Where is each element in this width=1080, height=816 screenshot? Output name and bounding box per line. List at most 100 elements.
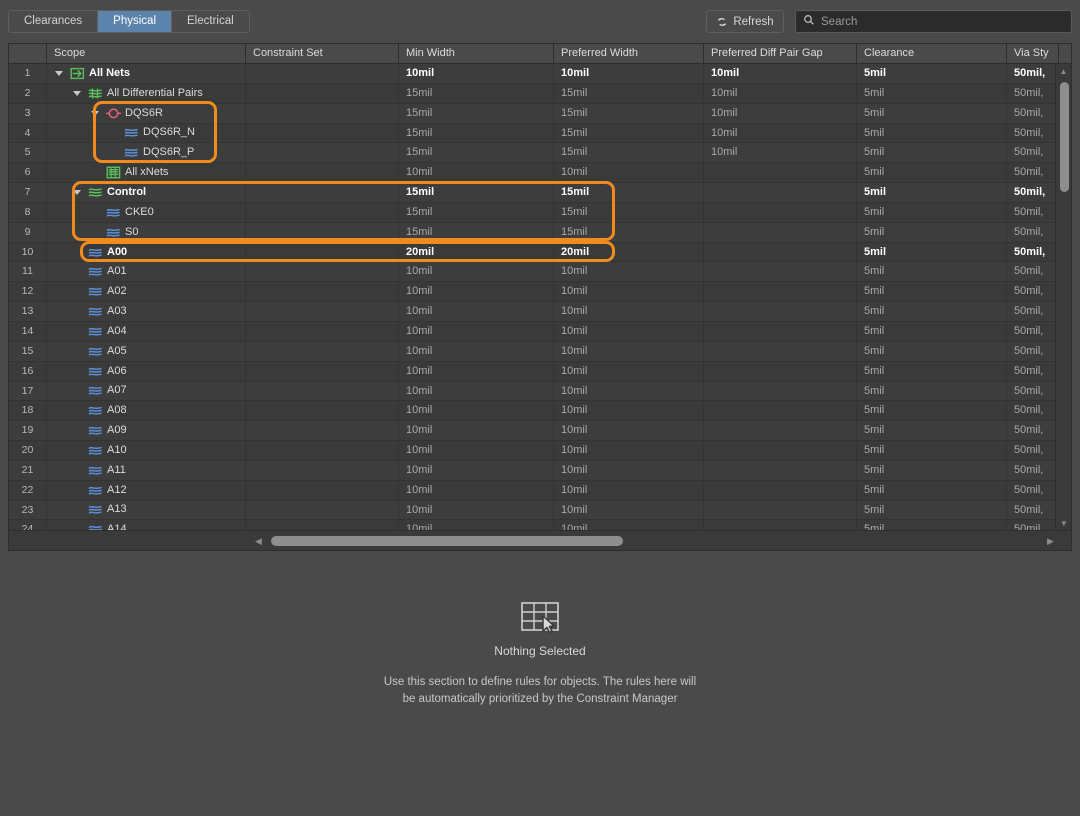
preferred-diff-pair-gap-cell[interactable] xyxy=(704,441,857,460)
preferred-width-cell[interactable]: 10mil xyxy=(554,262,704,282)
via-style-cell[interactable]: 50mil, xyxy=(1007,341,1059,361)
min-width-cell[interactable]: 15mil xyxy=(399,222,554,242)
column-header-via[interactable]: Via Sty xyxy=(1007,44,1059,63)
via-style-cell[interactable]: 50mil, xyxy=(1007,183,1059,202)
via-style-cell[interactable]: 50mil, xyxy=(1007,262,1059,282)
preferred-diff-pair-gap-cell[interactable] xyxy=(704,163,857,183)
vertical-scrollbar-thumb[interactable] xyxy=(1060,82,1069,192)
constraint-set-cell[interactable] xyxy=(246,401,399,421)
via-style-cell[interactable]: 50mil, xyxy=(1007,103,1059,123)
clearance-cell[interactable]: 5mil xyxy=(857,361,1007,381)
scope-cell[interactable]: A12 xyxy=(47,480,246,500)
preferred-diff-pair-gap-cell[interactable] xyxy=(704,520,857,530)
clearance-cell[interactable]: 5mil xyxy=(857,381,1007,401)
constraint-set-cell[interactable] xyxy=(246,103,399,123)
constraint-set-cell[interactable] xyxy=(246,183,399,202)
via-style-cell[interactable]: 50mil, xyxy=(1007,421,1059,441)
preferred-width-cell[interactable]: 15mil xyxy=(554,202,704,222)
preferred-diff-pair-gap-cell[interactable] xyxy=(704,401,857,421)
via-style-cell[interactable]: 50mil, xyxy=(1007,242,1059,262)
constraint-set-cell[interactable] xyxy=(246,302,399,321)
min-width-cell[interactable]: 15mil xyxy=(399,83,554,103)
preferred-diff-pair-gap-cell[interactable] xyxy=(704,321,857,341)
scope-cell[interactable]: A04 xyxy=(47,321,246,341)
clearance-cell[interactable]: 5mil xyxy=(857,341,1007,361)
table-row[interactable]: 18 A08 10mil 10mil 5mil 50mil, xyxy=(9,401,1071,422)
preferred-width-cell[interactable]: 10mil xyxy=(554,361,704,381)
clearance-cell[interactable]: 5mil xyxy=(857,460,1007,480)
min-width-cell[interactable]: 10mil xyxy=(399,401,554,421)
preferred-diff-pair-gap-cell[interactable] xyxy=(704,302,857,321)
clearance-cell[interactable]: 5mil xyxy=(857,480,1007,500)
table-row[interactable]: 11 A01 10mil 10mil 5mil 50mil, xyxy=(9,262,1071,283)
preferred-width-cell[interactable]: 15mil xyxy=(554,103,704,123)
column-header-minw[interactable]: Min Width xyxy=(399,44,554,63)
preferred-width-cell[interactable]: 10mil xyxy=(554,520,704,530)
preferred-diff-pair-gap-cell[interactable]: 10mil xyxy=(704,64,857,83)
clearance-cell[interactable]: 5mil xyxy=(857,64,1007,83)
constraint-set-cell[interactable] xyxy=(246,262,399,282)
preferred-diff-pair-gap-cell[interactable] xyxy=(704,460,857,480)
column-header-prefw[interactable]: Preferred Width xyxy=(554,44,704,63)
constraint-set-cell[interactable] xyxy=(246,202,399,222)
preferred-diff-pair-gap-cell[interactable] xyxy=(704,262,857,282)
table-row[interactable]: 15 A05 10mil 10mil 5mil 50mil, xyxy=(9,341,1071,362)
clearance-cell[interactable]: 5mil xyxy=(857,262,1007,282)
preferred-width-cell[interactable]: 10mil xyxy=(554,441,704,460)
preferred-width-cell[interactable]: 15mil xyxy=(554,83,704,103)
constraint-set-cell[interactable] xyxy=(246,500,399,520)
clearance-cell[interactable]: 5mil xyxy=(857,500,1007,520)
tab-electrical[interactable]: Electrical xyxy=(172,11,249,32)
via-style-cell[interactable]: 50mil, xyxy=(1007,143,1059,163)
scope-cell[interactable]: DQS6R_N xyxy=(47,123,246,143)
preferred-diff-pair-gap-cell[interactable] xyxy=(704,361,857,381)
min-width-cell[interactable]: 10mil xyxy=(399,262,554,282)
constraint-set-cell[interactable] xyxy=(246,480,399,500)
min-width-cell[interactable]: 10mil xyxy=(399,460,554,480)
via-style-cell[interactable]: 50mil, xyxy=(1007,123,1059,143)
table-row[interactable]: 17 A07 10mil 10mil 5mil 50mil, xyxy=(9,381,1071,402)
column-header-gap[interactable]: Preferred Diff Pair Gap xyxy=(704,44,857,63)
table-row[interactable]: 7 Control 15mil 15mil 5mil 50mil, xyxy=(9,183,1071,203)
scope-cell[interactable]: A14 xyxy=(47,520,246,530)
preferred-diff-pair-gap-cell[interactable]: 10mil xyxy=(704,123,857,143)
table-row[interactable]: 14 A04 10mil 10mil 5mil 50mil, xyxy=(9,321,1071,342)
min-width-cell[interactable]: 10mil xyxy=(399,64,554,83)
scope-cell[interactable]: A05 xyxy=(47,341,246,361)
vertical-scrollbar[interactable]: ▲ ▼ xyxy=(1055,64,1071,530)
constraint-set-cell[interactable] xyxy=(246,361,399,381)
via-style-cell[interactable]: 50mil, xyxy=(1007,202,1059,222)
min-width-cell[interactable]: 10mil xyxy=(399,421,554,441)
clearance-cell[interactable]: 5mil xyxy=(857,401,1007,421)
table-row[interactable]: 6 All xNets 10mil 10mil 5mil 50mil, xyxy=(9,163,1071,184)
table-row[interactable]: 1 All Nets 10mil 10mil 10mil 5mil 50mil, xyxy=(9,64,1071,84)
via-style-cell[interactable]: 50mil, xyxy=(1007,500,1059,520)
via-style-cell[interactable]: 50mil, xyxy=(1007,64,1059,83)
preferred-diff-pair-gap-cell[interactable] xyxy=(704,202,857,222)
via-style-cell[interactable]: 50mil, xyxy=(1007,321,1059,341)
table-row[interactable]: 24 A14 10mil 10mil 5mil 50mil, xyxy=(9,520,1071,530)
scope-cell[interactable]: A11 xyxy=(47,460,246,480)
preferred-width-cell[interactable]: 10mil xyxy=(554,480,704,500)
scope-cell[interactable]: A08 xyxy=(47,401,246,421)
via-style-cell[interactable]: 50mil, xyxy=(1007,520,1059,530)
scope-cell[interactable]: A03 xyxy=(47,302,246,321)
clearance-cell[interactable]: 5mil xyxy=(857,520,1007,530)
min-width-cell[interactable]: 10mil xyxy=(399,480,554,500)
scope-cell[interactable]: All Differential Pairs xyxy=(47,83,246,103)
min-width-cell[interactable]: 15mil xyxy=(399,202,554,222)
via-style-cell[interactable]: 50mil, xyxy=(1007,83,1059,103)
constraint-set-cell[interactable] xyxy=(246,163,399,183)
constraint-set-cell[interactable] xyxy=(246,143,399,163)
min-width-cell[interactable]: 10mil xyxy=(399,341,554,361)
min-width-cell[interactable]: 10mil xyxy=(399,500,554,520)
clearance-cell[interactable]: 5mil xyxy=(857,103,1007,123)
clearance-cell[interactable]: 5mil xyxy=(857,282,1007,302)
min-width-cell[interactable]: 15mil xyxy=(399,143,554,163)
via-style-cell[interactable]: 50mil, xyxy=(1007,460,1059,480)
min-width-cell[interactable]: 10mil xyxy=(399,282,554,302)
scope-cell[interactable]: A02 xyxy=(47,282,246,302)
column-header-rownum[interactable] xyxy=(9,44,47,63)
via-style-cell[interactable]: 50mil, xyxy=(1007,361,1059,381)
preferred-diff-pair-gap-cell[interactable] xyxy=(704,282,857,302)
